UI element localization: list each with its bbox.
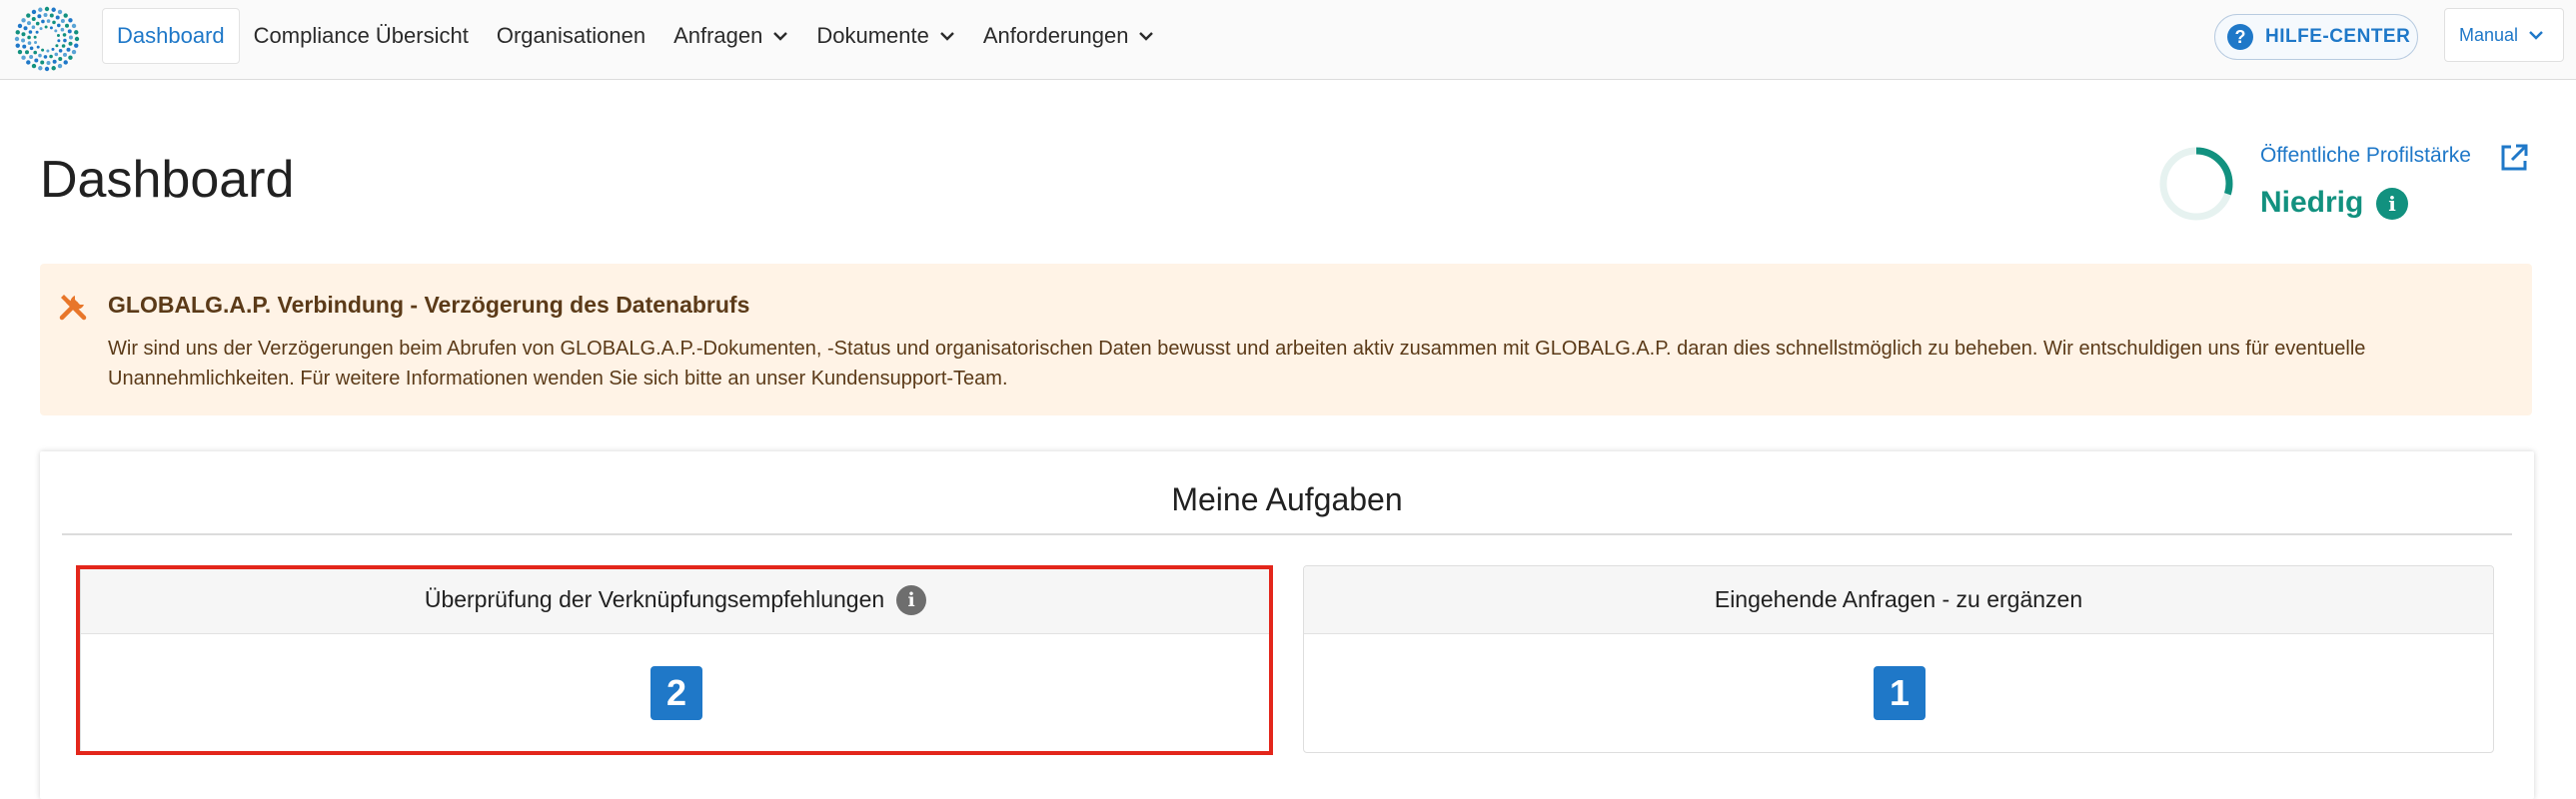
nav-requirements-label: Anforderungen bbox=[982, 23, 1129, 48]
nav-compliance-overview[interactable]: Compliance Übersicht bbox=[240, 8, 483, 64]
task-count-badge[interactable]: 1 bbox=[1874, 666, 1926, 720]
task-panel-header: Eingehende Anfragen - zu ergänzen bbox=[1304, 566, 2493, 634]
nav-compliance-label: Compliance Übersicht bbox=[253, 23, 469, 48]
profile-strength-level: Niedrig bbox=[2260, 186, 2364, 219]
task-panel-header: Überprüfung der Verknüpfungsempfehlungen… bbox=[81, 566, 1270, 634]
globalgap-delay-alert: GLOBALG.A.P. Verbindung - Verzögerung de… bbox=[40, 264, 2532, 415]
alert-title: GLOBALG.A.P. Verbindung - Verzögerung de… bbox=[108, 292, 750, 318]
manual-dropdown[interactable]: Manual bbox=[2444, 8, 2564, 62]
task-panel-title: Überprüfung der Verknüpfungsempfehlungen bbox=[424, 586, 885, 612]
chevron-down-icon bbox=[772, 28, 788, 44]
nav-requirements-dropdown[interactable]: Anforderungen bbox=[969, 8, 1169, 64]
tools-icon bbox=[56, 290, 90, 324]
main-nav: Dashboard Compliance Übersicht Organisat… bbox=[102, 8, 1168, 64]
nav-requests-label: Anfragen bbox=[673, 23, 763, 48]
chevron-down-icon bbox=[2528, 27, 2544, 43]
task-panel-incoming-requests[interactable]: Eingehende Anfragen - zu ergänzen 1 bbox=[1303, 565, 2494, 753]
my-tasks-card: Meine Aufgaben Überprüfung der Verknüpfu… bbox=[40, 451, 2534, 799]
task-panel-link-recommendations[interactable]: Überprüfung der Verknüpfungsempfehlungen… bbox=[80, 565, 1271, 753]
top-navbar: Dashboard Compliance Übersicht Organisat… bbox=[0, 0, 2576, 80]
info-icon[interactable]: i bbox=[896, 584, 927, 615]
nav-dashboard-label: Dashboard bbox=[117, 23, 225, 48]
info-icon[interactable]: i bbox=[2376, 188, 2408, 220]
chevron-down-icon bbox=[939, 28, 955, 44]
nav-organisations[interactable]: Organisationen bbox=[483, 8, 659, 64]
divider bbox=[62, 533, 2512, 535]
help-center-label: HILFE-CENTER bbox=[2265, 26, 2411, 47]
my-tasks-title: Meine Aufgaben bbox=[1171, 481, 1403, 517]
chevron-down-icon bbox=[1138, 28, 1154, 44]
nav-documents-label: Dokumente bbox=[816, 23, 929, 48]
nav-documents-dropdown[interactable]: Dokumente bbox=[802, 8, 969, 64]
nav-requests-dropdown[interactable]: Anfragen bbox=[659, 8, 802, 64]
nav-dashboard[interactable]: Dashboard bbox=[102, 8, 240, 64]
external-link-icon[interactable] bbox=[2498, 142, 2530, 174]
dotted-circle-logo-icon[interactable] bbox=[14, 6, 80, 72]
help-center-button[interactable]: ? HILFE-CENTER bbox=[2214, 14, 2418, 60]
task-panel-title: Eingehende Anfragen - zu ergänzen bbox=[1714, 586, 2083, 612]
nav-organisations-label: Organisationen bbox=[496, 23, 646, 48]
question-circle-icon: ? bbox=[2227, 24, 2253, 50]
page-title: Dashboard bbox=[40, 151, 295, 209]
public-profile-strength-link[interactable]: Öffentliche Profilstärke bbox=[2260, 144, 2471, 168]
manual-label: Manual bbox=[2459, 24, 2519, 45]
profile-strength-ring bbox=[2156, 144, 2236, 224]
task-count-badge[interactable]: 2 bbox=[650, 666, 702, 720]
alert-message: Wir sind uns der Verzögerungen beim Abru… bbox=[108, 338, 2366, 390]
